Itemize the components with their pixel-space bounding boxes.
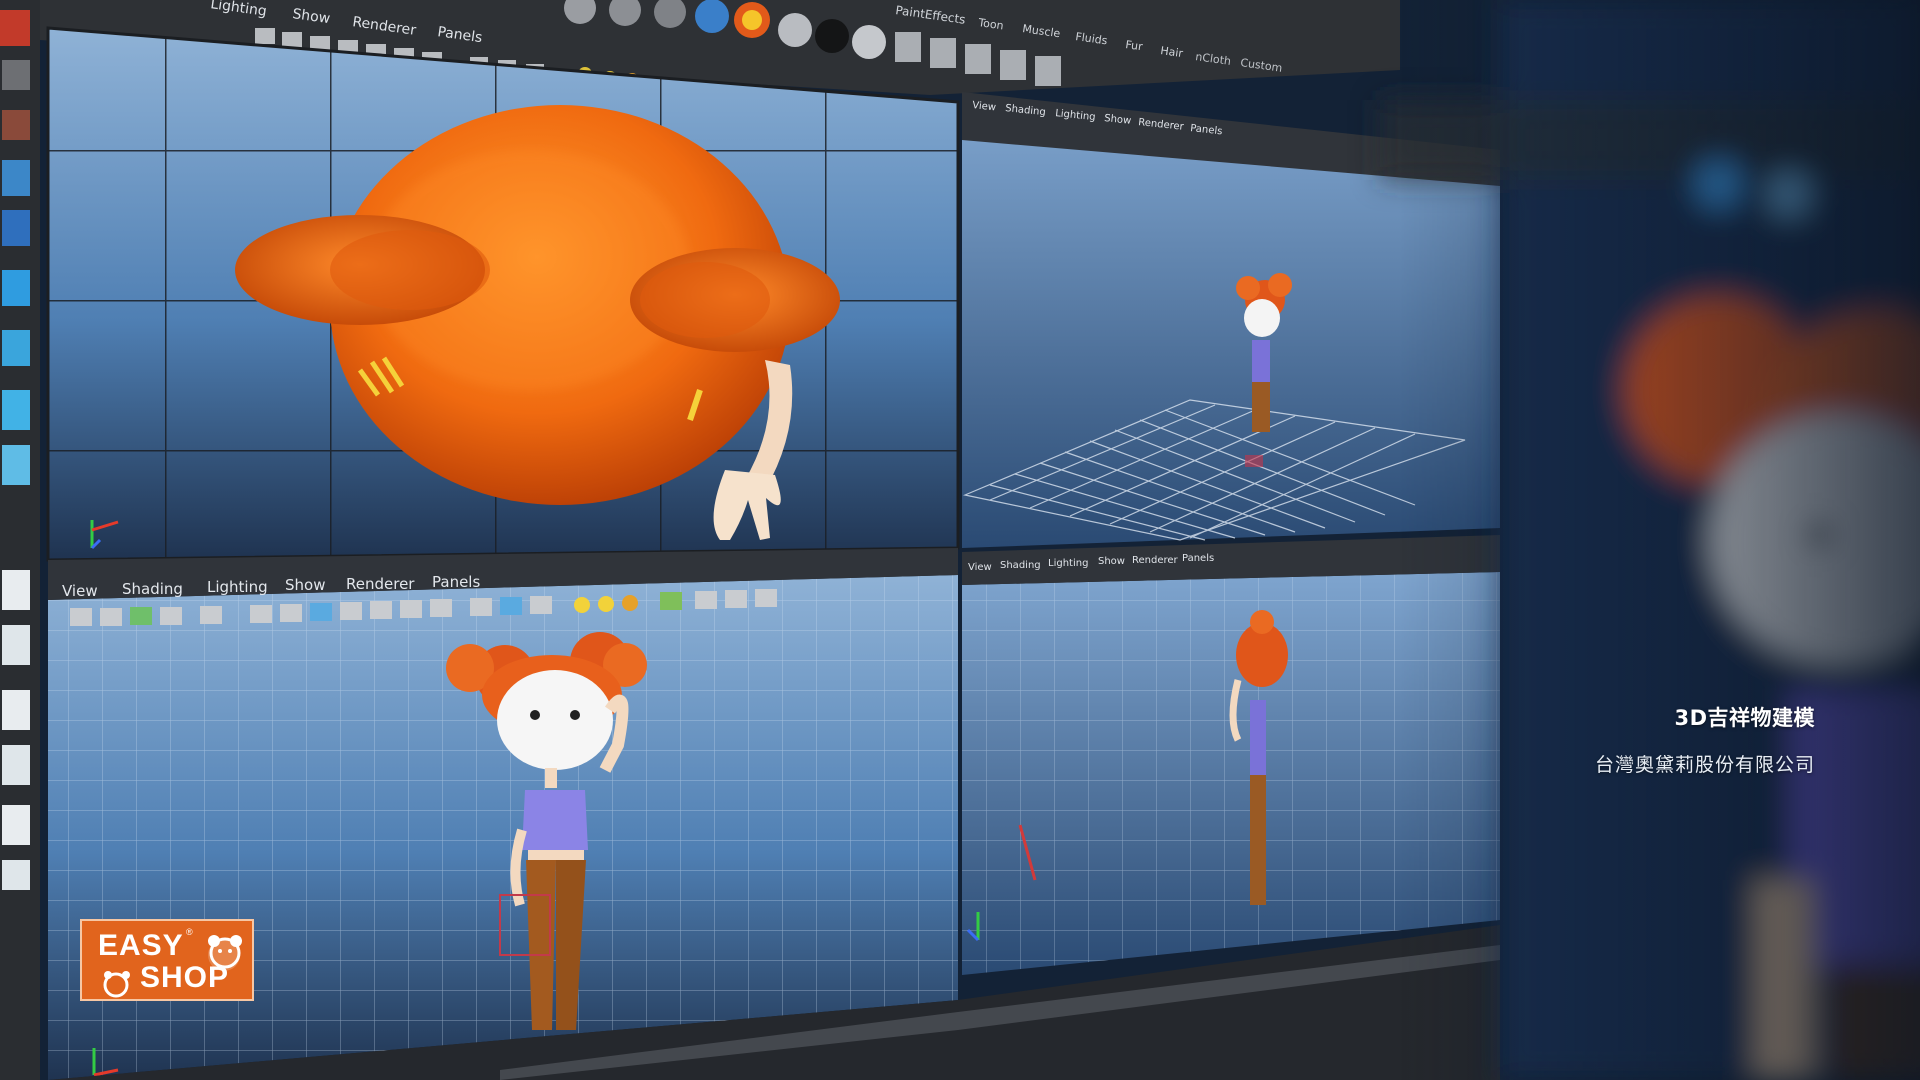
menu-view: View (62, 582, 98, 600)
shelf-fur: Fur (1125, 38, 1144, 53)
menu-shading-br: Shading (1000, 560, 1041, 571)
logo-shop: SHOP (140, 961, 230, 994)
menu-lighting-br: Lighting (1048, 558, 1088, 569)
menu-show: Show (285, 576, 325, 594)
menu-lighting: Lighting (207, 578, 268, 596)
caption-block: 3D吉祥物建模 台灣奧黛莉股份有限公司 (1595, 702, 1815, 777)
menu-renderer-br: Renderer (1132, 555, 1179, 566)
easyshop-logo: EASY ® SHOP (80, 919, 254, 1001)
caption-company: 台灣奧黛莉股份有限公司 (1594, 754, 1815, 776)
viewport-top-left (46, 26, 960, 562)
menu-panels: Panels (432, 573, 480, 591)
menu-panels-br: Panels (1182, 553, 1214, 564)
menu-shading: Shading (122, 580, 183, 598)
menu-show-br: Show (1098, 556, 1125, 567)
maya-screen-photo: Lighting Show Renderer Panels PaintEffec… (0, 0, 1920, 1080)
logo-easy: EASY (98, 929, 184, 962)
logo-registered: ® (186, 927, 193, 937)
left-toolbox (0, 0, 40, 1080)
caption-title: 3D吉祥物建模 (1674, 706, 1815, 730)
right-vignette (1400, 0, 1920, 1080)
menu-renderer: Renderer (346, 575, 415, 593)
menu-view-br: View (968, 562, 992, 573)
photo-stage: Lighting Show Renderer Panels PaintEffec… (0, 0, 1920, 1080)
